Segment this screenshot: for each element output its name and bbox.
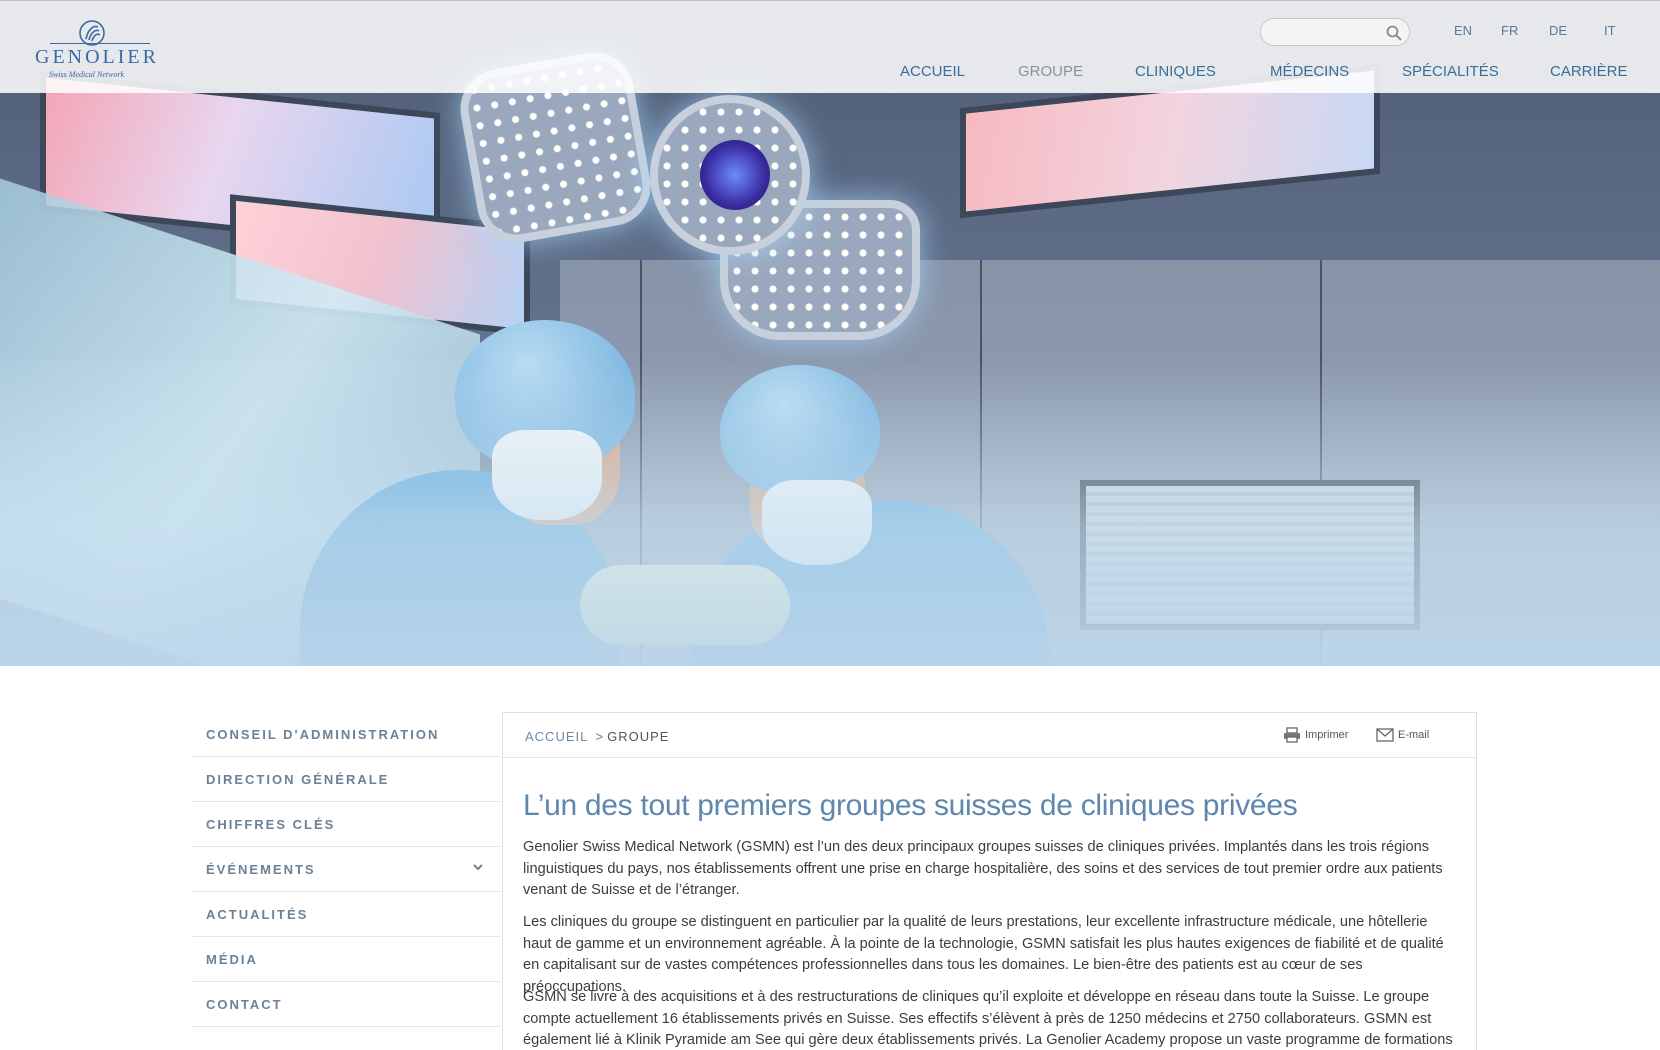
lang-de[interactable]: DE [1549, 23, 1567, 38]
logo-tagline: Swiss Medical Network [49, 70, 125, 79]
sidebar-item-label: CHIFFRES CLÉS [206, 817, 336, 832]
print-label: Imprimer [1305, 729, 1349, 741]
content-panel: ACCUEIL > GROUPE Imprimer E-mail L’un des… [502, 712, 1477, 1050]
nav-specialites[interactable]: SPÉCIALITÉS [1402, 63, 1499, 80]
sidebar-nav: CONSEIL D'ADMINISTRATION DIRECTION GÉNÉR… [192, 712, 500, 1027]
sidebar-item-label: ACTUALITÉS [206, 907, 309, 922]
surgical-drape-foreground [0, 360, 1660, 666]
envelope-icon [1376, 728, 1394, 742]
nav-carriere[interactable]: CARRIÈRE [1550, 63, 1628, 80]
chevron-down-icon[interactable] [472, 861, 484, 873]
breadcrumb-current: GROUPE [607, 729, 670, 744]
logo-wordmark: GENOLIER [35, 46, 159, 68]
lang-en[interactable]: EN [1454, 23, 1472, 38]
content-toolbar: ACCUEIL > GROUPE Imprimer E-mail [503, 713, 1476, 758]
logo-rule [50, 43, 150, 44]
sidebar-item-label: ÉVÉNEMENTS [206, 862, 316, 877]
sidebar-item-label: CONSEIL D'ADMINISTRATION [206, 727, 440, 742]
sidebar-item-conseil[interactable]: CONSEIL D'ADMINISTRATION [192, 712, 500, 757]
main-nav: ACCUEIL GROUPE CLINIQUES MÉDECINS SPÉCIA… [890, 63, 1630, 83]
site-header: GENOLIER Swiss Medical Network EN FR DE … [0, 0, 1660, 93]
breadcrumb-separator: > [595, 729, 605, 744]
sidebar-item-direction[interactable]: DIRECTION GÉNÉRALE [192, 757, 500, 802]
print-button[interactable]: Imprimer [1283, 727, 1363, 745]
printer-icon [1284, 727, 1300, 743]
sidebar-item-label: CONTACT [206, 997, 283, 1012]
email-button[interactable]: E-mail [1376, 727, 1446, 745]
lang-fr[interactable]: FR [1501, 23, 1518, 38]
body-paragraph: GSMN se livre à des acquisitions et à de… [523, 989, 1453, 1048]
breadcrumb-home-link[interactable]: ACCUEIL [525, 729, 588, 744]
lang-it[interactable]: IT [1604, 23, 1616, 38]
nav-groupe[interactable]: GROUPE [1018, 63, 1083, 80]
sidebar-item-actualites[interactable]: ACTUALITÉS [192, 892, 500, 937]
surgical-lamp-core [700, 140, 770, 210]
sidebar-item-evenements[interactable]: ÉVÉNEMENTS [192, 847, 500, 892]
nav-medecins[interactable]: MÉDECINS [1270, 63, 1349, 80]
hero-image [0, 0, 1660, 666]
email-label: E-mail [1398, 729, 1430, 741]
sidebar-item-label: DIRECTION GÉNÉRALE [206, 772, 390, 787]
genolier-logo[interactable]: GENOLIER Swiss Medical Network [32, 19, 162, 79]
language-switcher: EN FR DE IT [1454, 23, 1634, 39]
sidebar-item-contact[interactable]: CONTACT [192, 982, 500, 1027]
breadcrumb: ACCUEIL > GROUPE [525, 729, 669, 744]
sidebar-item-media[interactable]: MÉDIA [192, 937, 500, 982]
search-icon[interactable] [1385, 24, 1403, 42]
nav-cliniques[interactable]: CLINIQUES [1135, 63, 1216, 80]
sidebar-item-label: MÉDIA [206, 952, 258, 967]
search-box[interactable] [1260, 18, 1410, 46]
nav-accueil[interactable]: ACCUEIL [900, 63, 965, 80]
body-paragraph: Les cliniques du groupe se distinguent e… [523, 914, 1444, 995]
intro-paragraph: Genolier Swiss Medical Network (GSMN) es… [523, 839, 1443, 898]
search-input[interactable] [1271, 24, 1381, 42]
page-title: L’un des tout premiers groupes suisses d… [523, 789, 1298, 822]
sidebar-item-chiffres[interactable]: CHIFFRES CLÉS [192, 802, 500, 847]
